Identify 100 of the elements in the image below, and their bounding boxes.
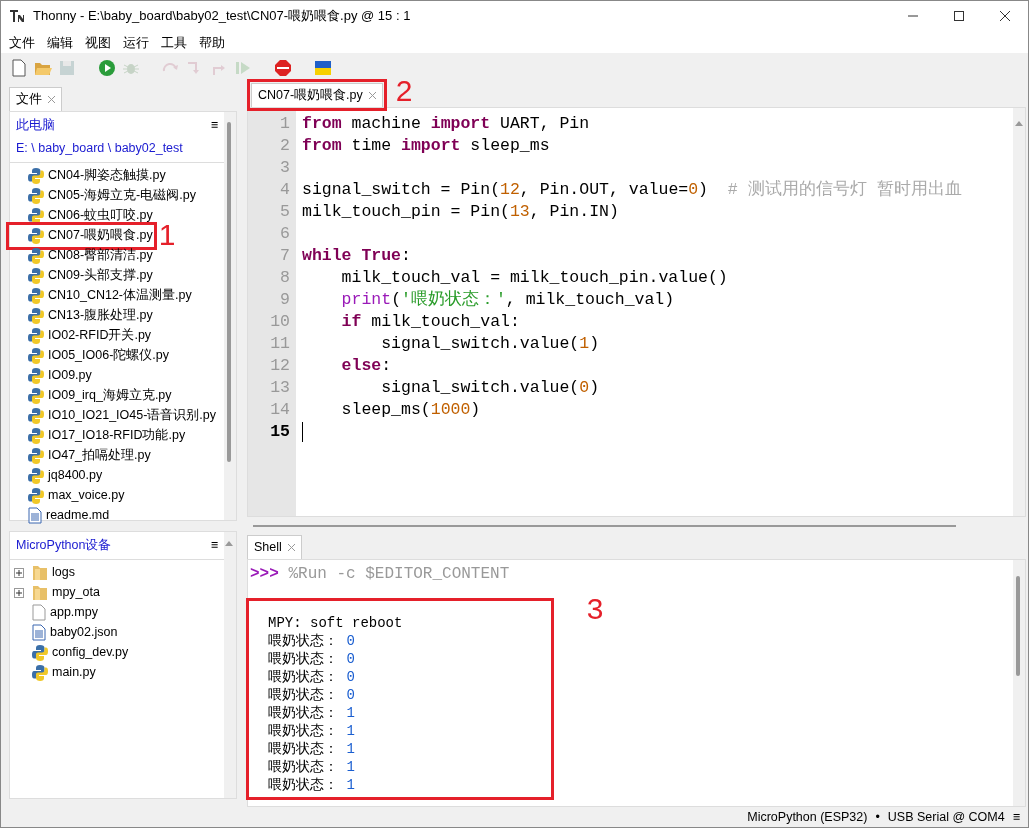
output-line: 喂奶状态： 0 [268,632,356,650]
menu-item[interactable]: 编辑 [41,31,79,53]
file-item[interactable]: IO09.py [10,365,92,386]
python-file-icon [28,386,44,405]
file-item[interactable]: IO17_IO18-RFID功能.py [10,425,186,446]
file-item[interactable]: IO02-RFID开关.py [10,325,152,346]
python-file-icon [28,186,44,205]
output-line: 喂奶状态： 1 [268,722,356,740]
output-line: MPY: soft reboot [268,614,404,632]
file-item[interactable]: CN08-臀部清洁.py [10,245,153,266]
close-icon[interactable] [1000,11,1010,21]
folder-icon [32,584,48,602]
text-cursor [302,421,303,442]
file-item[interactable]: CN10_CN12-体温测量.py [10,285,192,306]
file-item[interactable]: logs [10,562,75,583]
panel-menu-button[interactable]: ≡ [210,116,218,135]
python-file-icon [28,346,44,365]
line-number: 2 [279,135,291,157]
port-label[interactable]: USB Serial @ COM4 [887,807,1005,827]
expand-icon[interactable] [15,589,23,598]
line-number: 5 [279,201,291,223]
scrollbar-thumb[interactable] [227,122,231,462]
blank-file-icon [32,604,46,622]
code-line: if milk_touch_val: [340,311,521,333]
menu-item[interactable]: 帮助 [193,31,231,53]
file-item[interactable]: IO47_拍嗝处理.py [10,445,151,466]
flag-icon[interactable] [314,59,332,77]
python-file-icon [28,226,44,245]
code-line: else: [340,355,393,377]
python-file-icon [28,446,44,465]
output-line: 喂奶状态： 1 [268,740,356,758]
run-icon[interactable] [98,59,116,77]
app-logo-icon [9,8,25,24]
output-line: 喂奶状态： 1 [268,704,356,722]
code-line: signal_switch.value(1) [380,333,601,355]
line-number: 3 [279,157,291,179]
line-number: 4 [279,179,291,201]
scrollbar-thumb[interactable] [1016,576,1020,676]
code-line: from machine import UART, Pin [302,113,591,135]
line-number: 15 [269,421,291,443]
python-file-icon [28,306,44,325]
window-title: Thonny - E:\baby_board\baby02_test\CN07-喂奶喂食.py @ 15 : 1 [33,7,411,26]
file-item[interactable]: config_dev.py [10,642,129,663]
separator-dot: • [875,808,880,826]
file-item[interactable]: max_voice.py [10,485,125,506]
scrollbar-thumb[interactable] [253,525,956,527]
output-line: 喂奶状态： 0 [268,686,356,704]
file-item[interactable]: CN04-脚姿态触摸.py [10,165,166,186]
file-item[interactable]: CN13-腹胀处理.py [10,305,153,326]
python-file-icon [28,466,44,485]
menu-item[interactable]: 工具 [155,31,193,53]
line-number: 11 [269,333,291,355]
panel-heading: MicroPython设备 [16,537,112,554]
menu-item[interactable]: 文件 [3,31,41,53]
annotation-number: 2 [395,76,413,107]
new-file-icon[interactable] [10,59,28,77]
python-file-icon [32,643,48,662]
file-item[interactable]: IO05_IO06-陀螺仪.py [10,345,169,366]
file-item[interactable]: app.mpy [10,602,98,623]
file-item[interactable]: mpy_ota [10,582,100,603]
line-number: 13 [269,377,291,399]
file-item[interactable]: CN05-海姆立克-电磁阀.py [10,185,196,206]
code-line: milk_touch_pin = Pin(13, Pin.IN) [302,201,620,223]
python-file-icon [28,206,44,225]
output-line: 喂奶状态： 1 [268,776,356,794]
file-item[interactable]: jq8400.py [10,465,103,486]
python-file-icon [28,286,44,305]
interpreter-label[interactable]: MicroPython (ESP32) [747,807,868,827]
panel-heading: 此电脑 [16,117,55,134]
python-file-icon [32,663,48,682]
file-item[interactable]: CN09-头部支撑.py [10,265,153,286]
stop-icon[interactable] [274,59,292,77]
annotation-number: 1 [158,219,176,250]
file-item[interactable]: CN06-蚊虫叮咬.py [10,205,153,226]
expand-icon[interactable] [15,569,23,578]
file-item[interactable]: main.py [10,662,96,683]
status-menu-button[interactable]: ≡ [1012,807,1020,827]
file-item[interactable]: IO09_irq_海姆立克.py [10,385,172,406]
python-file-icon [28,326,44,345]
code-line: signal_switch.value(0) [380,377,601,399]
annotation-number: 3 [586,596,604,626]
menu-item[interactable]: 运行 [117,31,155,53]
output-line: 喂奶状态： 0 [268,668,356,686]
file-item[interactable]: IO10_IO21_IO45-语音识别.py [10,405,217,426]
file-item[interactable]: baby02.json [10,622,118,643]
line-number: 1 [279,113,291,135]
output-line: 喂奶状态： 1 [268,758,356,776]
menu-item[interactable]: 视图 [79,31,117,53]
file-item[interactable]: readme.md [10,505,110,526]
code-line: milk_touch_val = milk_touch_pin.value() [340,267,729,289]
files-tab[interactable]: 文件 [9,87,62,111]
code-line: sleep_ms(1000) [340,399,482,421]
python-file-icon [28,406,44,425]
maximize-icon[interactable] [954,11,964,21]
python-file-icon [28,266,44,285]
code-line: print('喂奶状态：', milk_touch_val) [340,289,676,311]
shell-tab[interactable]: Shell [247,535,302,559]
line-number: 8 [279,267,291,289]
shell-command: >>> %Run -c $EDITOR_CONTENT [250,564,511,585]
panel-menu-button[interactable]: ≡ [210,536,218,555]
